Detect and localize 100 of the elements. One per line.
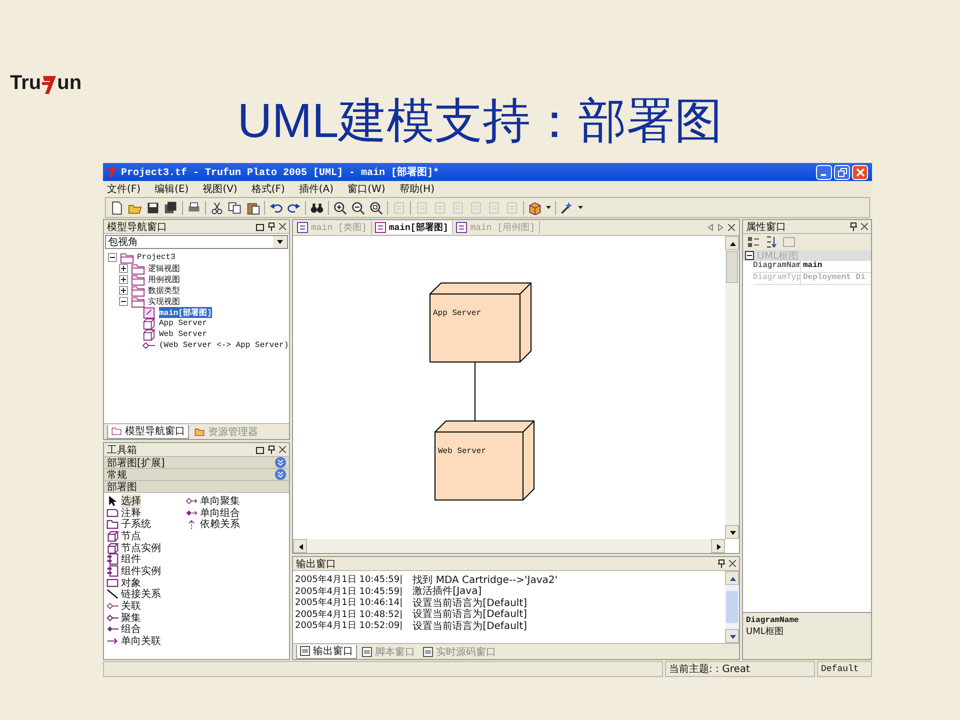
panel-tab[interactable]: 输出窗口 bbox=[296, 644, 357, 658]
tool-item[interactable]: 单向组合 bbox=[200, 506, 240, 520]
pin-icon[interactable] bbox=[718, 559, 725, 568]
tree-item[interactable]: Web Server bbox=[159, 330, 208, 339]
chevron-down-icon[interactable] bbox=[275, 457, 286, 468]
vertical-scrollbar[interactable] bbox=[725, 236, 739, 539]
close-icon[interactable] bbox=[279, 223, 286, 230]
tool-item[interactable]: 节点实例 bbox=[121, 540, 161, 555]
pin-icon[interactable] bbox=[850, 222, 857, 231]
toolbox-section[interactable]: 常规 bbox=[104, 469, 289, 481]
menu-item[interactable]: 文件(F) bbox=[107, 182, 141, 196]
categorized-icon[interactable] bbox=[747, 236, 759, 248]
scroll-up-icon[interactable] bbox=[725, 236, 739, 250]
printer-icon[interactable] bbox=[187, 200, 201, 214]
tool-item[interactable]: 节点 bbox=[121, 528, 141, 543]
tree-item[interactable]: 数据类型 bbox=[148, 285, 180, 296]
restore-button[interactable] bbox=[834, 164, 850, 180]
scroll-thumb[interactable] bbox=[726, 591, 738, 623]
tool-item[interactable]: 关联 bbox=[121, 599, 141, 614]
scroll-up-icon[interactable] bbox=[725, 571, 739, 585]
vertical-scrollbar[interactable] bbox=[725, 571, 739, 643]
tool-item[interactable]: 组件 bbox=[121, 552, 141, 566]
zoom-fit-icon[interactable] bbox=[369, 200, 383, 214]
close-icon[interactable] bbox=[728, 224, 735, 231]
scroll-left-icon[interactable] bbox=[293, 539, 307, 553]
scroll-down-icon[interactable] bbox=[725, 525, 739, 539]
scroll-thumb[interactable] bbox=[726, 251, 738, 283]
document-tab[interactable]: main[部署图] bbox=[374, 221, 454, 234]
tool-item[interactable]: 链接关系 bbox=[121, 587, 161, 602]
close-icon[interactable] bbox=[279, 446, 286, 453]
zoom-in-icon[interactable] bbox=[333, 200, 347, 214]
scroll-down-icon[interactable] bbox=[725, 629, 739, 643]
save-icon[interactable] bbox=[146, 200, 160, 214]
folder-icon bbox=[106, 518, 119, 530]
binoculars-icon[interactable] bbox=[310, 200, 324, 214]
caret-icon[interactable] bbox=[546, 206, 551, 209]
tool-item[interactable]: 单向聚集 bbox=[200, 494, 240, 508]
tree-item[interactable]: App Server bbox=[159, 319, 208, 328]
close-icon[interactable] bbox=[861, 223, 868, 230]
tool-item[interactable]: 依赖关系 bbox=[200, 517, 240, 532]
menu-item[interactable]: 窗口(W) bbox=[348, 182, 386, 196]
cube-icon bbox=[106, 542, 119, 554]
pin-icon[interactable] bbox=[268, 222, 275, 231]
tool-item[interactable]: 选择 bbox=[121, 494, 141, 508]
caret-icon[interactable] bbox=[578, 206, 583, 209]
float-icon[interactable] bbox=[256, 222, 264, 230]
diagram-icon bbox=[456, 222, 468, 233]
expander-icon[interactable] bbox=[119, 264, 128, 273]
horizontal-scrollbar[interactable] bbox=[293, 539, 725, 553]
zoom-out-icon[interactable] bbox=[351, 200, 365, 214]
save-all-icon[interactable] bbox=[164, 200, 178, 214]
wand-icon[interactable] bbox=[560, 200, 574, 214]
tree-item[interactable]: 用例视图 bbox=[148, 274, 180, 285]
new-file-icon[interactable] bbox=[110, 200, 124, 214]
menu-item[interactable]: 帮助(H) bbox=[399, 182, 435, 196]
package-icon[interactable] bbox=[528, 200, 542, 214]
tree-item[interactable]: 逻辑视图 bbox=[148, 263, 180, 274]
window-icon bbox=[300, 646, 310, 656]
panel-title: 输出窗口 bbox=[296, 558, 336, 570]
tool-item[interactable]: 子系统 bbox=[121, 517, 151, 532]
scroll-right-icon[interactable] bbox=[711, 539, 725, 553]
description-text: UML框图 bbox=[746, 626, 784, 638]
menu-item[interactable]: 格式(F) bbox=[251, 182, 285, 196]
minimize-button[interactable] bbox=[816, 164, 832, 180]
tree-item[interactable]: Project3 bbox=[137, 253, 176, 262]
tree-item[interactable]: (Web Server <-> App Server) bbox=[159, 341, 289, 350]
tool-item[interactable]: 注释 bbox=[121, 506, 141, 520]
menu-item[interactable]: 插件(A) bbox=[298, 182, 334, 196]
slide-title: UML建模支持：部署图 bbox=[237, 94, 723, 146]
tool-item[interactable]: 组合 bbox=[121, 622, 141, 636]
rectangle-icon bbox=[106, 576, 119, 589]
expander-icon[interactable] bbox=[119, 275, 128, 284]
copy-icon[interactable] bbox=[228, 200, 242, 214]
tool-item[interactable]: 对象 bbox=[121, 576, 141, 590]
view-select[interactable]: 包视角 bbox=[105, 235, 288, 249]
pin-icon[interactable] bbox=[268, 445, 275, 454]
menu-item[interactable]: 编辑(E) bbox=[154, 182, 189, 196]
tool-item[interactable]: 聚集 bbox=[121, 610, 141, 625]
menu-item[interactable]: 视图(V) bbox=[202, 182, 238, 196]
folder-icon bbox=[131, 294, 145, 308]
undo-icon[interactable] bbox=[269, 200, 283, 214]
panel-tab[interactable]: 模型导航窗口 bbox=[107, 424, 189, 438]
tree-item[interactable]: main[部署图] bbox=[159, 307, 212, 318]
scissors-icon[interactable] bbox=[210, 200, 224, 214]
toolbox-section[interactable]: 部署图[扩展] bbox=[104, 457, 289, 469]
tool-item[interactable]: 组件实例 bbox=[121, 564, 161, 578]
expander-icon[interactable] bbox=[119, 297, 128, 306]
chevron-down-icon[interactable] bbox=[275, 469, 286, 480]
float-icon[interactable] bbox=[256, 446, 264, 454]
expander-icon[interactable] bbox=[108, 253, 117, 262]
expander-icon[interactable] bbox=[119, 286, 128, 295]
tree-item[interactable]: 实现视图 bbox=[148, 296, 180, 307]
connector-line bbox=[474, 362, 476, 422]
collapse-icon[interactable] bbox=[745, 251, 754, 260]
paste-icon[interactable] bbox=[246, 200, 260, 214]
sort-alpha-icon[interactable] bbox=[765, 236, 777, 248]
close-button[interactable] bbox=[852, 164, 868, 180]
tool-item[interactable]: 单向关联 bbox=[121, 634, 161, 648]
close-icon[interactable] bbox=[729, 560, 736, 567]
toolbox-section[interactable]: 部署图 bbox=[104, 481, 289, 493]
